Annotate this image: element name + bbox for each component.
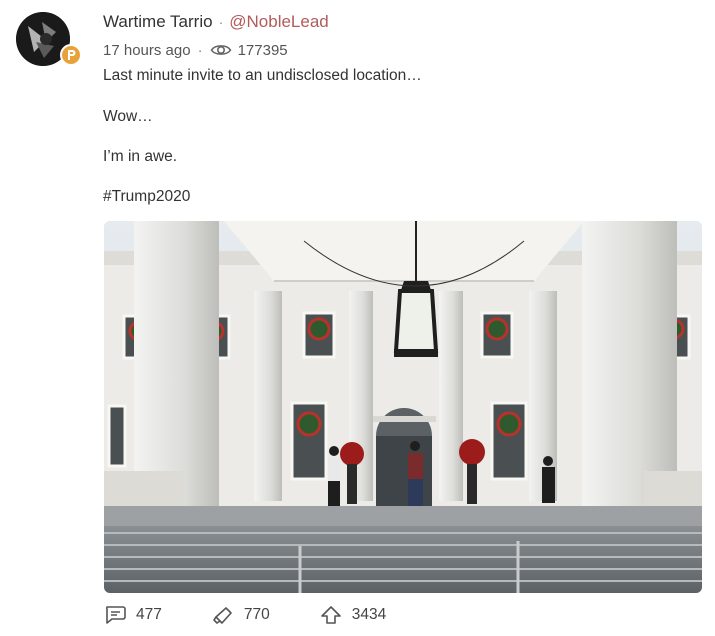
post-card: Wartime Tarrio · @NobleLead 17 hours ago… [0,0,715,636]
post-actions: 477 770 3434 [104,603,386,627]
post-timestamp: 17 hours ago [103,41,191,59]
upvote-arrow-icon [320,606,341,624]
meta-separator: · [197,41,203,59]
post-text-line: Wow… [103,108,153,125]
author-name[interactable]: Wartime Tarrio [103,12,213,32]
view-count: 177395 [237,41,288,59]
comment-count: 477 [136,606,162,623]
upvote-button[interactable]: 3434 [320,605,386,625]
post-text-line: I’m in awe. [103,148,178,165]
post-text-line: Last minute invite to an undisclosed loc… [103,67,422,84]
megaphone-icon [213,607,232,624]
author-handle[interactable]: @NobleLead [229,12,329,32]
post-image[interactable] [104,221,702,593]
comment-bubble-icon [105,606,126,624]
post-meta: 17 hours ago · 177395 [103,40,288,60]
echo-button[interactable]: 770 [212,605,270,625]
header-separator: · [218,14,224,30]
post-header: Wartime Tarrio · @NobleLead [103,12,329,34]
comment-button[interactable]: 477 [104,605,162,625]
parler-badge-icon [60,44,82,66]
author-avatar-wrapper[interactable] [16,12,82,70]
echo-count: 770 [243,606,270,623]
hashtag-link[interactable]: #Trump2020 [103,188,190,206]
eye-icon [210,45,232,55]
upvote-count: 3434 [351,606,387,623]
